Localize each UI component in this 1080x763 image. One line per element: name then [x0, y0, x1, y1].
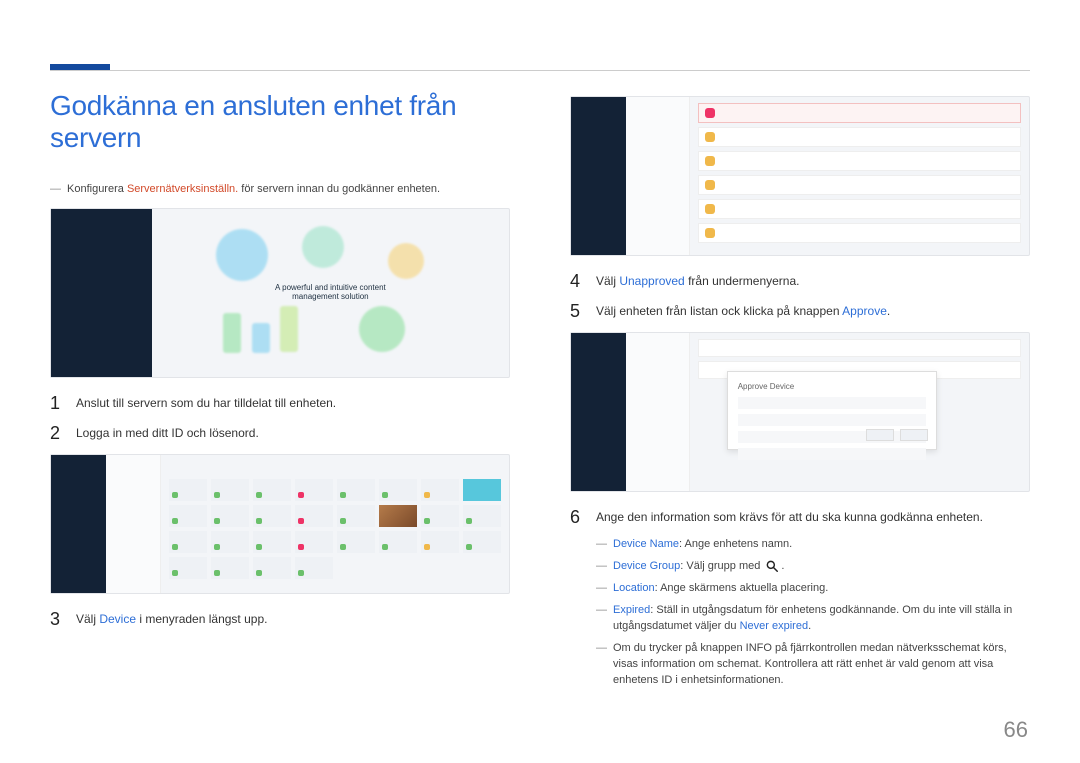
step-text: Välj Device i menyraden längst upp.: [76, 610, 267, 628]
keyword-device: Device: [99, 612, 136, 626]
step-text: Logga in med ditt ID och lösenord.: [76, 424, 259, 442]
intro-note-text: Konfigurera Servernätverksinställn. för …: [67, 182, 440, 198]
keyword-server-network-settings: Servernätverksinställn.: [127, 183, 238, 195]
sub-device-group: ― Device Group: Välj grupp med .: [596, 559, 1030, 575]
content-columns: Godkänna en ansluten enhet från servern …: [50, 90, 1030, 695]
step-6-sublist: ― Device Name: Ange enhetens namn. ― Dev…: [596, 537, 1030, 689]
page-number: 66: [1004, 717, 1028, 743]
sub-device-name: ― Device Name: Ange enhetens namn.: [596, 537, 1030, 553]
keyword-approve: Approve: [842, 304, 887, 318]
step-text: Anslut till servern som du har tilldelat…: [76, 394, 336, 412]
keyword-location: Location: [613, 582, 655, 594]
sub-location: ― Location: Ange skärmens aktuella place…: [596, 581, 1030, 597]
right-column: 4 Välj Unapproved från undermenyerna. 5 …: [570, 90, 1030, 695]
step-3: 3 Välj Device i menyraden längst upp.: [50, 610, 510, 630]
dash-icon: ―: [596, 537, 607, 553]
dash-icon: ―: [596, 559, 607, 575]
step-5: 5 Välj enheten från listan ock klicka på…: [570, 302, 1030, 322]
step-number: 5: [570, 302, 582, 322]
step-6: 6 Ange den information som krävs för att…: [570, 508, 1030, 528]
dash-icon: ―: [50, 182, 61, 198]
screenshot-approve-modal: Approve Device: [570, 332, 1030, 492]
step-number: 6: [570, 508, 582, 528]
step-text: Ange den information som krävs för att d…: [596, 508, 983, 526]
header-rule: [50, 70, 1030, 71]
step-number: 3: [50, 610, 62, 630]
keyword-device-name: Device Name: [613, 538, 679, 550]
page-title: Godkänna en ansluten enhet från servern: [50, 90, 510, 154]
sub-info-note: ― Om du trycker på knappen INFO på fjärr…: [596, 641, 1030, 689]
intro-note: ― Konfigurera Servernätverksinställn. fö…: [50, 182, 510, 198]
step-number: 1: [50, 394, 62, 414]
dash-icon: ―: [596, 603, 607, 619]
step-number: 4: [570, 272, 582, 292]
keyword-unapproved: Unapproved: [619, 274, 684, 288]
keyword-expired: Expired: [613, 604, 650, 616]
screenshot-device-grid: [50, 454, 510, 594]
left-column: Godkänna en ansluten enhet från servern …: [50, 90, 510, 695]
step-1: 1 Anslut till servern som du har tilldel…: [50, 394, 510, 414]
magnifier-icon: [765, 559, 779, 573]
step-2: 2 Logga in med ditt ID och lösenord.: [50, 424, 510, 444]
step-number: 2: [50, 424, 62, 444]
step-text: Välj enheten från listan ock klicka på k…: [596, 302, 890, 320]
dash-icon: ―: [596, 581, 607, 597]
screenshot-login: A powerful and intuitive content managem…: [50, 208, 510, 378]
sub-expired: ― Expired: Ställ in utgångsdatum för enh…: [596, 603, 1030, 635]
keyword-device-group: Device Group: [613, 560, 680, 572]
keyword-never-expired: Never expired: [740, 620, 808, 632]
dash-icon: ―: [596, 641, 607, 657]
screenshot-unapproved-list: [570, 96, 1030, 256]
step-4: 4 Välj Unapproved från undermenyerna.: [570, 272, 1030, 292]
step-text: Välj Unapproved från undermenyerna.: [596, 272, 799, 290]
